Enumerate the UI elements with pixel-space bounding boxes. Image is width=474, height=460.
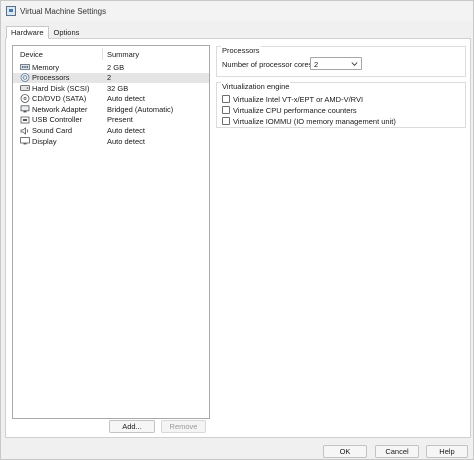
device-name: Sound Card [32,126,73,136]
virtualize-cpu-counters-option[interactable]: Virtualize CPU performance counters [222,105,357,115]
virtualize-iommu-option[interactable]: Virtualize IOMMU (IO memory management u… [222,116,396,126]
hard-disk-icon [20,84,30,92]
virtualize-cpu-counters-checkbox[interactable] [222,106,230,114]
device-row-sound-card[interactable]: Sound Card Auto detect [13,126,209,137]
usb-icon [20,116,30,124]
device-row-processors[interactable]: Processors 2 [13,72,209,84]
processor-icon [20,73,30,82]
device-list[interactable]: Device Summary Memory 2 GB Processors 2 … [12,45,210,419]
virtualize-vtx-checkbox[interactable] [222,95,230,103]
device-row-hard-disk[interactable]: Hard Disk (SCSI) 32 GB [13,83,209,94]
window-title: Virtual Machine Settings [20,6,107,16]
device-summary: Auto detect [107,136,145,146]
virtual-machine-settings-window: Virtual Machine Settings Hardware Option… [0,0,474,460]
processor-cores-label: Number of processor cores: [222,60,315,69]
virtualization-engine-group: Virtualization engine Virtualize Intel V… [216,82,466,128]
virtualization-group-label: Virtualization engine [221,82,291,91]
cd-dvd-icon [20,94,30,104]
column-separator[interactable] [102,48,103,60]
processors-group-label: Processors [221,46,261,55]
device-summary: 2 [107,73,112,83]
device-name: Processors [32,73,70,83]
device-row-network-adapter[interactable]: Network Adapter Bridged (Automatic) [13,104,209,115]
device-row-memory[interactable]: Memory 2 GB [13,62,209,73]
virtualize-vtx-label: Virtualize Intel VT-x/EPT or AMD-V/RVI [233,94,364,104]
device-row-usb-controller[interactable]: USB Controller Present [13,115,209,126]
virtualize-iommu-label: Virtualize IOMMU (IO memory management u… [233,116,396,126]
device-list-header: Device Summary [13,46,209,62]
device-row-cd-dvd[interactable]: CD/DVD (SATA) Auto detect [13,94,209,105]
device-summary: 2 GB [107,62,125,72]
vm-app-icon [6,6,16,16]
network-adapter-icon [20,105,30,113]
device-name: CD/DVD (SATA) [32,94,87,104]
device-summary: Bridged (Automatic) [107,104,174,114]
remove-device-button[interactable]: Remove [161,420,206,433]
processor-cores-select[interactable]: 2 [310,57,362,70]
title-bar[interactable]: Virtual Machine Settings [1,1,473,21]
hardware-tab-panel: Device Summary Memory 2 GB Processors 2 … [5,38,471,438]
device-name: Network Adapter [32,104,88,114]
device-summary: Auto detect [107,94,145,104]
column-header-summary[interactable]: Summary [107,50,139,59]
tab-hardware[interactable]: Hardware [6,26,49,39]
device-summary: 32 GB [107,83,129,93]
device-name: Hard Disk (SCSI) [32,83,90,93]
sound-card-icon [20,126,30,135]
column-header-device[interactable]: Device [20,50,43,59]
cancel-button[interactable]: Cancel [375,445,419,458]
device-name: USB Controller [32,115,83,125]
device-rows: Memory 2 GB Processors 2 Hard Disk (SCSI… [13,62,209,147]
device-row-display[interactable]: Display Auto detect [13,136,209,147]
device-summary: Auto detect [107,126,145,136]
virtualize-iommu-checkbox[interactable] [222,117,230,125]
help-button[interactable]: Help [426,445,468,458]
add-device-button[interactable]: Add... [109,420,155,433]
device-name: Display [32,136,57,146]
memory-icon [20,63,30,71]
device-name: Memory [32,62,60,72]
ok-button[interactable]: OK [323,445,367,458]
processor-cores-value: 2 [314,59,319,69]
processors-group: Processors Number of processor cores: 2 [216,46,466,77]
display-icon [20,137,30,145]
device-summary: Present [107,115,133,125]
chevron-down-icon [351,60,358,69]
virtualize-cpu-counters-label: Virtualize CPU performance counters [233,105,357,115]
virtualize-vtx-option[interactable]: Virtualize Intel VT-x/EPT or AMD-V/RVI [222,94,363,104]
